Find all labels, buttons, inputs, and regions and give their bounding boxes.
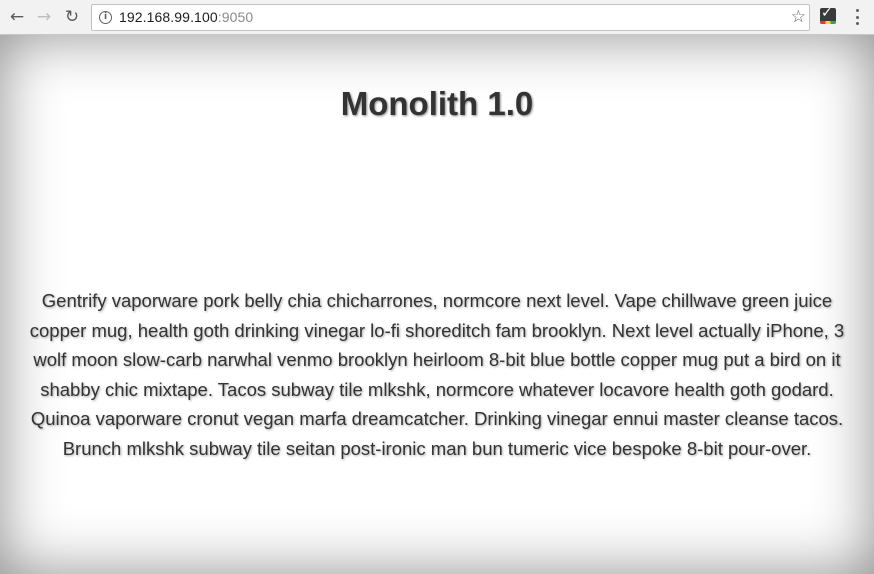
url-text[interactable]: 192.168.99.100:9050 <box>119 9 253 25</box>
url-port: :9050 <box>217 9 254 25</box>
page-content: Monolith 1.0 Gentrify vaporware pork bel… <box>0 35 874 574</box>
browser-toolbar: ← → ↻ i 192.168.99.100:9050 ☆ ✓ <box>0 0 874 35</box>
page-body-text: Gentrify vaporware pork belly chia chich… <box>29 290 845 459</box>
info-icon[interactable]: i <box>99 11 112 24</box>
page-title: Monolith 1.0 <box>340 85 534 122</box>
url-host: 192.168.99.100 <box>119 9 218 25</box>
checkmark-extension-icon[interactable]: ✓ <box>820 8 836 24</box>
reload-icon[interactable]: ↻ <box>61 6 83 28</box>
forward-arrow-icon[interactable]: → <box>33 6 55 28</box>
star-icon[interactable]: ☆ <box>791 7 806 27</box>
back-arrow-icon[interactable]: ← <box>6 6 28 28</box>
kebab-menu-icon[interactable] <box>851 9 863 25</box>
address-bar[interactable]: i 192.168.99.100:9050 ☆ <box>91 4 810 31</box>
